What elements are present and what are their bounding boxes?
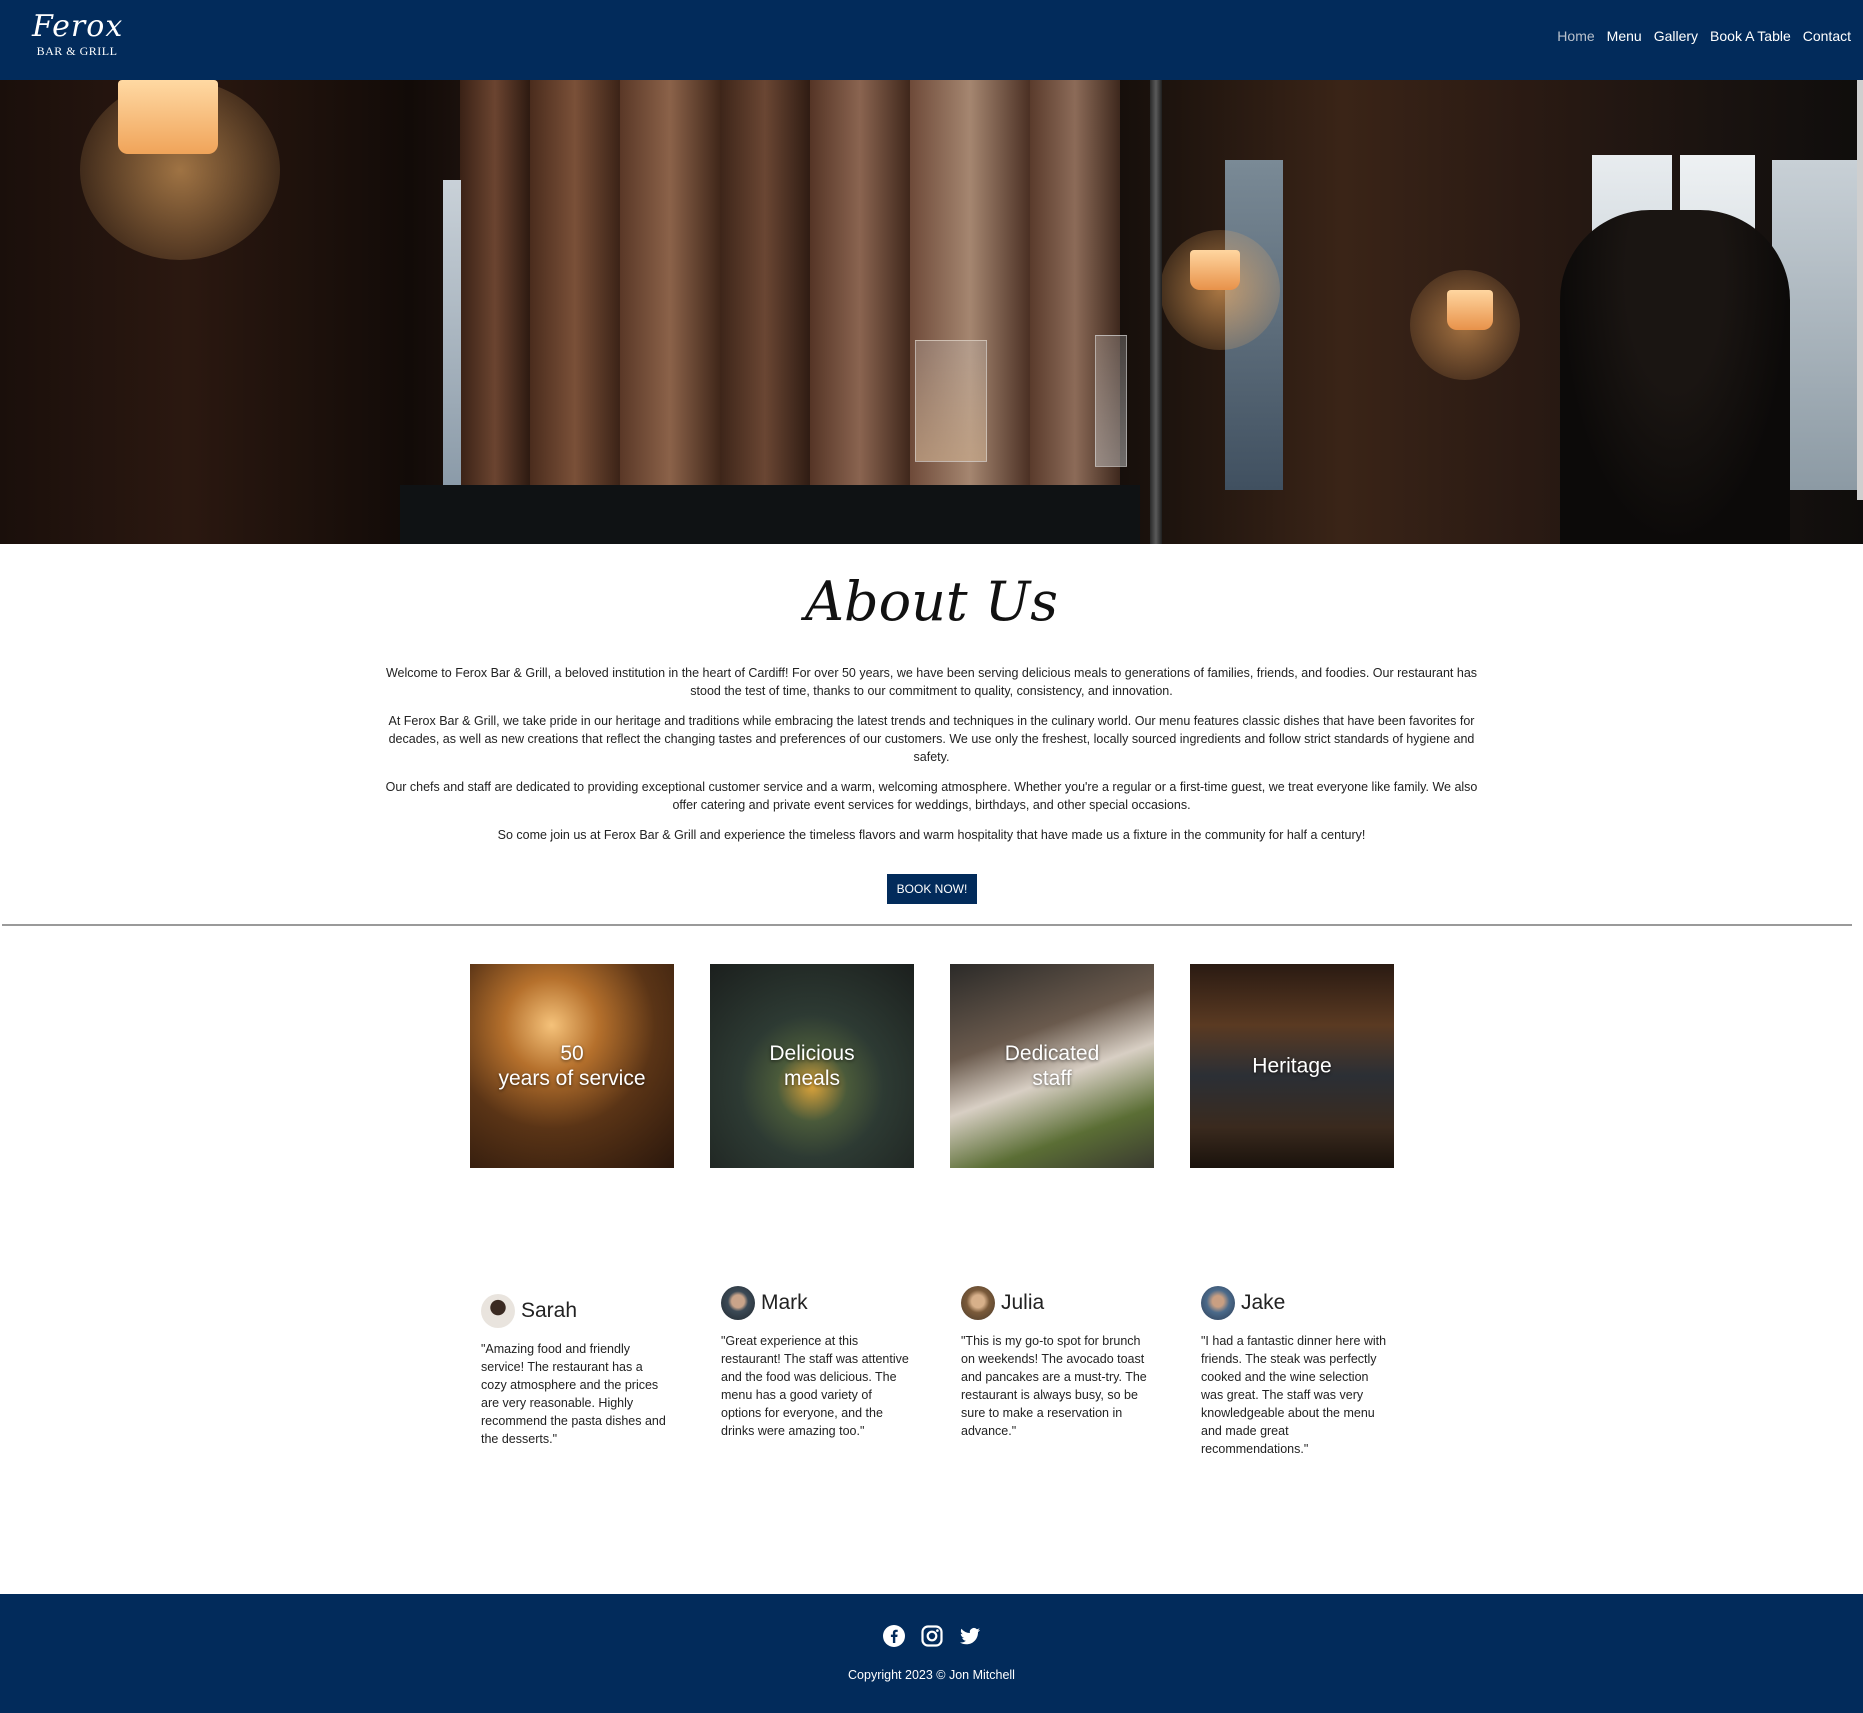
review-name: Julia xyxy=(1001,1291,1045,1314)
review-name: Sarah xyxy=(521,1299,578,1322)
review-head: Julia xyxy=(961,1286,1151,1320)
logo[interactable]: Ferox BAR & GRILL xyxy=(32,10,122,59)
about-body: Welcome to Ferox Bar & Grill, a beloved … xyxy=(380,664,1483,856)
review-name: Jake xyxy=(1241,1291,1286,1314)
nav-links: Home Menu Gallery Book A Table Contact xyxy=(1557,28,1851,44)
logo-script: Ferox xyxy=(32,9,124,44)
review-text: "Amazing food and friendly service! The … xyxy=(481,1342,666,1446)
hero-candle-jar xyxy=(1095,335,1127,467)
feature-label-line: staff xyxy=(1032,1067,1072,1090)
nav-link-contact[interactable]: Contact xyxy=(1803,28,1851,44)
copyright: Copyright 2023 © Jon Mitchell xyxy=(848,1668,1015,1682)
feature-label-line: Delicious xyxy=(769,1042,855,1065)
feature-tile-staff: Dedicated staff xyxy=(950,964,1154,1168)
section-divider xyxy=(2,924,1852,926)
nav-link-home[interactable]: Home xyxy=(1557,28,1594,44)
social-links xyxy=(0,1624,1863,1648)
scrollbar[interactable] xyxy=(1857,80,1863,500)
review-card: Sarah "Amazing food and friendly service… xyxy=(481,1294,671,1448)
hero-image xyxy=(0,80,1863,544)
review-text: "This is my go-to spot for brunch on wee… xyxy=(961,1334,1147,1438)
review-card: Julia "This is my go-to spot for brunch … xyxy=(961,1286,1151,1440)
hero-curtain xyxy=(620,80,720,490)
footer: Copyright 2023 © Jon Mitchell xyxy=(0,1594,1863,1713)
feature-label-line: meals xyxy=(783,1067,841,1090)
hero-lamp xyxy=(1447,290,1493,330)
nav-link-book-a-table[interactable]: Book A Table xyxy=(1710,28,1791,44)
avatar xyxy=(721,1286,755,1320)
review-text: "Great experience at this restaurant! Th… xyxy=(721,1334,909,1438)
review-head: Sarah xyxy=(481,1294,671,1328)
feature-tile-service: 50 years of service xyxy=(470,964,674,1168)
review-card: Jake "I had a fantastic dinner here with… xyxy=(1201,1286,1391,1458)
about-paragraph: At Ferox Bar & Grill, we take pride in o… xyxy=(388,714,1475,764)
about-paragraph: Welcome to Ferox Bar & Grill, a beloved … xyxy=(385,666,1478,698)
hero-counter xyxy=(400,485,1140,544)
feature-label: Dedicated staff xyxy=(950,1041,1154,1091)
book-now-button[interactable]: BOOK NOW! xyxy=(887,874,977,904)
feature-label: Heritage xyxy=(1190,1054,1394,1079)
avatar xyxy=(1201,1286,1235,1320)
feature-label: 50 years of service xyxy=(470,1041,674,1091)
feature-label-line: Heritage xyxy=(1252,1054,1332,1078)
navbar: Ferox BAR & GRILL Home Menu Gallery Book… xyxy=(0,0,1863,80)
hero-lamp xyxy=(1190,250,1240,290)
facebook-icon[interactable] xyxy=(882,1624,906,1648)
avatar xyxy=(961,1286,995,1320)
feature-label-line: 50 xyxy=(560,1042,584,1065)
feature-tile-meals: Delicious meals xyxy=(710,964,914,1168)
review-head: Jake xyxy=(1201,1286,1391,1320)
hero-person xyxy=(1560,210,1790,544)
nav-link-gallery[interactable]: Gallery xyxy=(1654,28,1698,44)
hero-curtain xyxy=(810,80,910,490)
logo-subtitle: BAR & GRILL xyxy=(36,44,118,58)
hero-curtain xyxy=(720,80,810,490)
review-card: Mark "Great experience at this restauran… xyxy=(721,1286,911,1440)
about-title: About Us xyxy=(805,570,1058,633)
review-name: Mark xyxy=(761,1291,808,1314)
instagram-icon[interactable] xyxy=(920,1624,944,1648)
hero-window xyxy=(443,180,461,490)
hero-candle-jar xyxy=(915,340,987,462)
hero-curtain xyxy=(530,80,620,490)
nav-link-menu[interactable]: Menu xyxy=(1607,28,1642,44)
hero-pillar xyxy=(1150,80,1162,544)
hero-lamp xyxy=(118,80,218,154)
twitter-icon[interactable] xyxy=(958,1624,982,1648)
feature-label-line: years of service xyxy=(498,1067,646,1090)
about-paragraph: So come join us at Ferox Bar & Grill and… xyxy=(497,828,1366,842)
feature-label-line: Dedicated xyxy=(1004,1042,1100,1065)
hero-curtain xyxy=(460,80,530,490)
hero-lamp-glow xyxy=(1160,230,1280,350)
review-head: Mark xyxy=(721,1286,911,1320)
feature-tile-heritage: Heritage xyxy=(1190,964,1394,1168)
about-paragraph: Our chefs and staff are dedicated to pro… xyxy=(385,780,1478,812)
review-text: "I had a fantastic dinner here with frie… xyxy=(1201,1334,1387,1456)
feature-label: Delicious meals xyxy=(710,1041,914,1091)
avatar xyxy=(481,1294,515,1328)
